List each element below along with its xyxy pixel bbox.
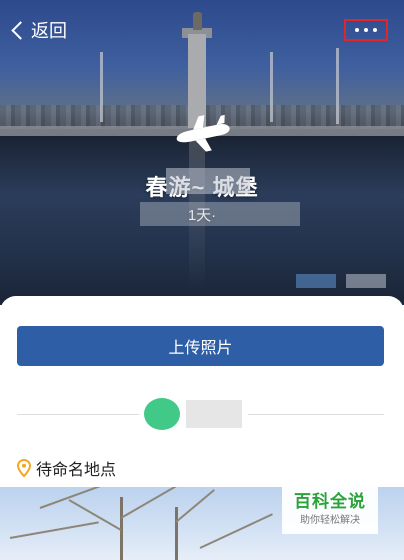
redaction-blur — [186, 400, 242, 428]
redaction-blur — [296, 274, 336, 288]
tree-branch — [9, 521, 99, 539]
redaction-blur — [346, 274, 386, 288]
divider — [17, 414, 139, 415]
back-button[interactable]: 返回 — [8, 16, 67, 44]
redaction-blur — [140, 202, 300, 226]
location-row[interactable]: 待命名地点 — [17, 456, 116, 480]
more-dots-icon — [355, 28, 359, 32]
top-bar: 返回 — [0, 0, 404, 60]
airplane-icon — [176, 114, 230, 152]
more-dots-icon — [373, 28, 377, 32]
watermark-title: 百科全说 — [294, 492, 366, 511]
divider — [248, 414, 384, 415]
upload-photo-button[interactable]: 上传照片 — [17, 326, 384, 366]
lamp-post — [270, 52, 273, 122]
map-pin-icon — [17, 459, 31, 477]
lamp-post — [100, 52, 103, 122]
tree-branch — [175, 489, 215, 523]
tree-trunk — [175, 507, 178, 560]
tree-branch — [120, 487, 183, 519]
more-options-button[interactable] — [344, 19, 388, 41]
watermark-subtitle: 助你轻松解决 — [300, 515, 360, 526]
location-label: 待命名地点 — [36, 462, 117, 479]
tree-branch — [199, 513, 273, 549]
back-label: 返回 — [31, 21, 67, 41]
redaction-blur — [166, 168, 250, 194]
more-dots-icon — [364, 28, 368, 32]
chevron-left-icon — [11, 20, 30, 40]
watermark-logo: 百科全说 助你轻松解决 — [282, 486, 378, 534]
avatar — [144, 398, 180, 430]
